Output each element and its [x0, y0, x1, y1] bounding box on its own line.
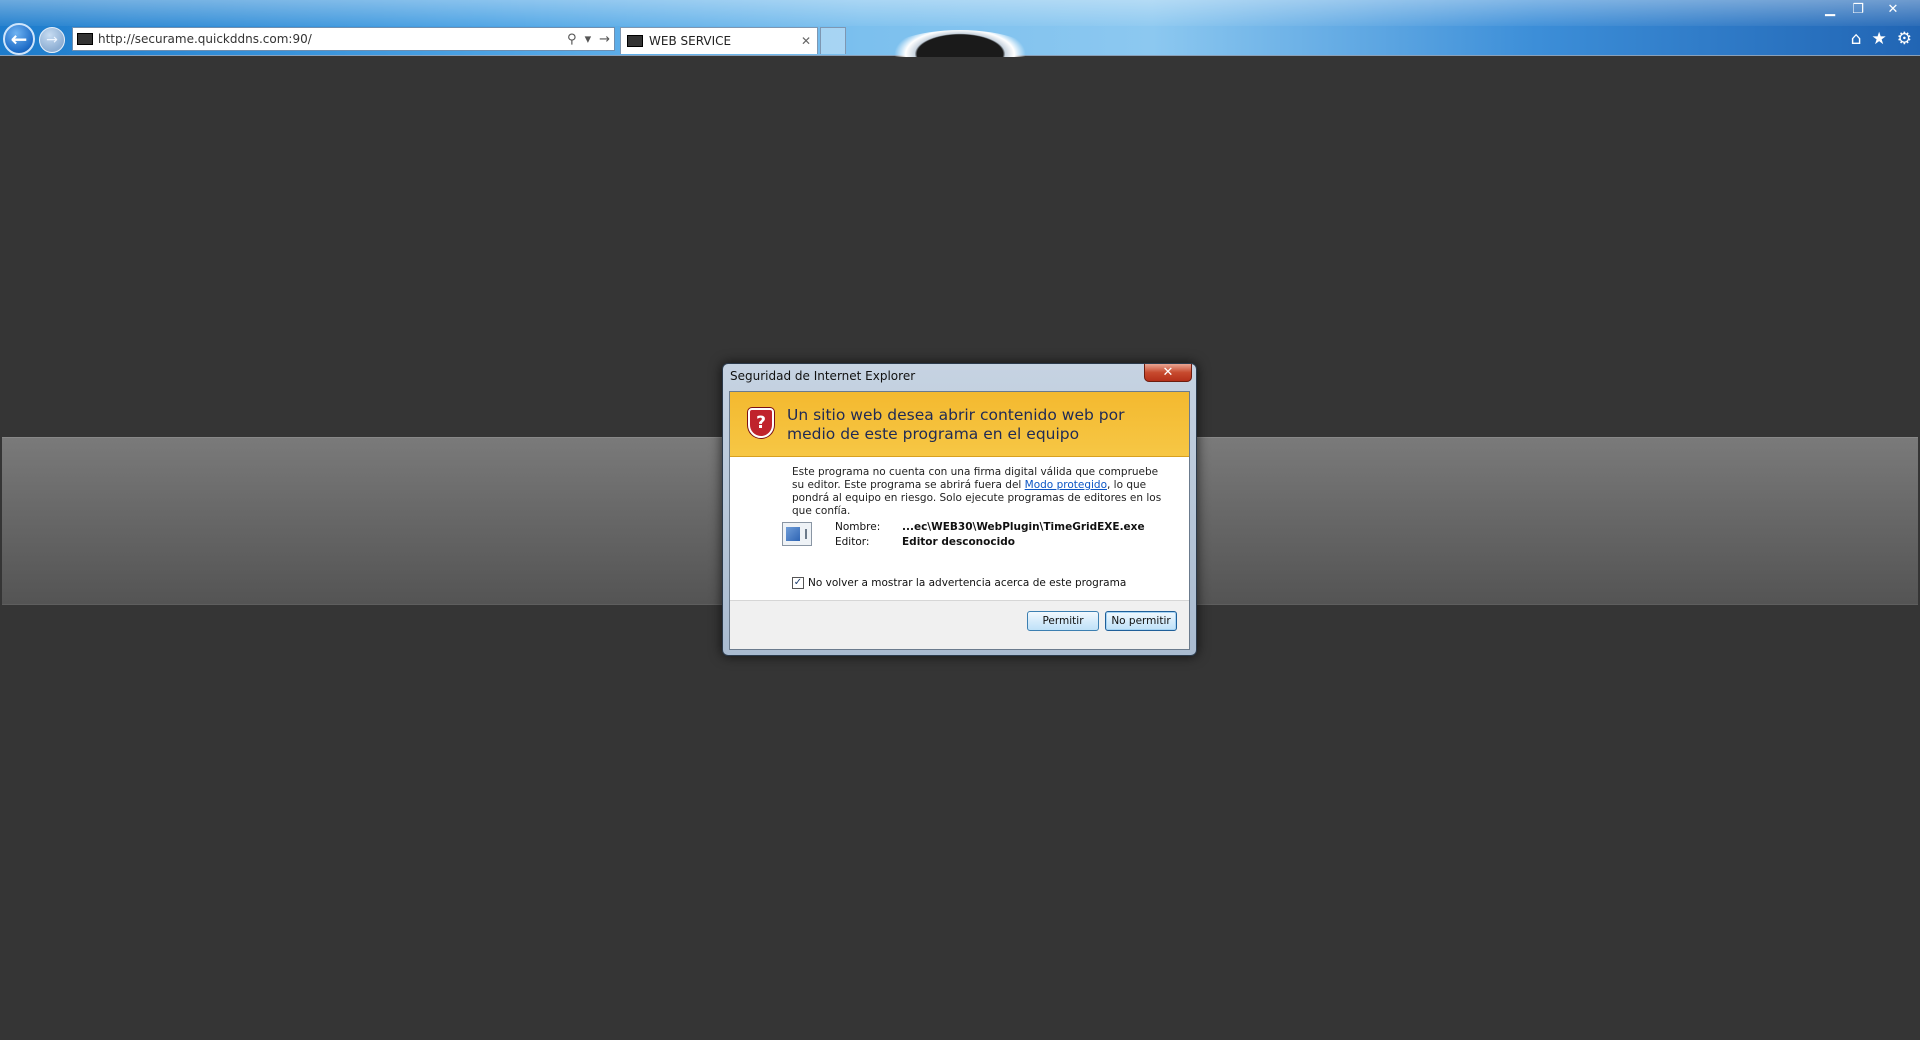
publisher-label: Editor: [835, 536, 870, 548]
dialog-heading: Un sitio web desea abrir contenido web p… [787, 406, 1125, 443]
deny-button[interactable]: No permitir [1105, 611, 1177, 631]
close-window-button[interactable]: ✕ [1872, 0, 1914, 18]
address-bar[interactable]: http://securame.quickddns.com:90/ ⚲ ▾ → [72, 27, 615, 51]
forward-icon: → [46, 32, 58, 48]
security-dialog: Seguridad de Internet Explorer ✕ ? Un si… [722, 363, 1197, 656]
allow-button[interactable]: Permitir [1027, 611, 1099, 631]
dialog-close-button[interactable]: ✕ [1144, 364, 1192, 382]
dont-show-again-row[interactable]: ✓ No volver a mostrar la advertencia ace… [792, 577, 1126, 589]
browser-chrome: ← → http://securame.quickddns.com:90/ ⚲ … [0, 0, 1920, 90]
protected-mode-link[interactable]: Modo protegido [1025, 479, 1107, 491]
forward-button[interactable]: → [39, 27, 65, 53]
program-icon [782, 522, 812, 546]
program-info: Nombre: ...ec\WEB30\WebPlugin\TimeGridEX… [835, 520, 1145, 550]
back-button[interactable]: ← [3, 23, 35, 55]
name-value: ...ec\WEB30\WebPlugin\TimeGridEXE.exe [902, 521, 1145, 533]
search-icon[interactable]: ⚲ [567, 32, 577, 47]
dialog-header: ? Un sitio web desea abrir contenido web… [730, 392, 1189, 457]
new-tab-button[interactable] [820, 27, 846, 54]
dialog-body: Este programa no cuenta con una firma di… [730, 457, 1189, 601]
chevron-down-icon[interactable]: ▾ [585, 32, 592, 47]
maximize-button[interactable]: ❐ [1844, 0, 1872, 18]
publisher-value: Editor desconocido [902, 536, 1015, 548]
dialog-title: Seguridad de Internet Explorer [730, 369, 916, 383]
minimize-button[interactable]: ▁ [1816, 0, 1844, 18]
name-label: Nombre: [835, 521, 881, 533]
tab-close-icon[interactable]: ✕ [801, 34, 811, 48]
tab-favicon-icon [627, 35, 643, 47]
tab-title: WEB SERVICE [649, 34, 732, 48]
info-row-name: Nombre: ...ec\WEB30\WebPlugin\TimeGridEX… [835, 520, 1145, 535]
dialog-description: Este programa no cuenta con una firma di… [792, 466, 1172, 518]
chrome-gloss [0, 0, 1920, 26]
dialog-client: ? Un sitio web desea abrir contenido web… [729, 391, 1190, 650]
shield-warning-icon: ? [748, 408, 774, 438]
home-icon[interactable]: ⌂ [1851, 29, 1862, 49]
tab-web-service[interactable]: WEB SERVICE ✕ [620, 27, 818, 54]
dont-show-again-label[interactable]: No volver a mostrar la advertencia acerc… [808, 577, 1126, 589]
back-icon: ← [10, 27, 28, 51]
address-text[interactable]: http://securame.quickddns.com:90/ [98, 32, 567, 46]
go-icon[interactable]: → [599, 32, 610, 47]
dont-show-again-checkbox[interactable]: ✓ [792, 577, 804, 589]
dialog-footer: Permitir No permitir [730, 601, 1189, 648]
site-favicon-icon [77, 33, 93, 45]
window-controls: ▁ ❐ ✕ [1816, 0, 1914, 18]
gear-icon[interactable]: ⚙ [1897, 29, 1912, 49]
toolbar-icons: ⌂ ★ ⚙ [1851, 29, 1912, 49]
star-icon[interactable]: ★ [1872, 29, 1887, 49]
address-tools: ⚲ ▾ → [567, 32, 610, 47]
info-row-publisher: Editor: Editor desconocido [835, 535, 1145, 550]
